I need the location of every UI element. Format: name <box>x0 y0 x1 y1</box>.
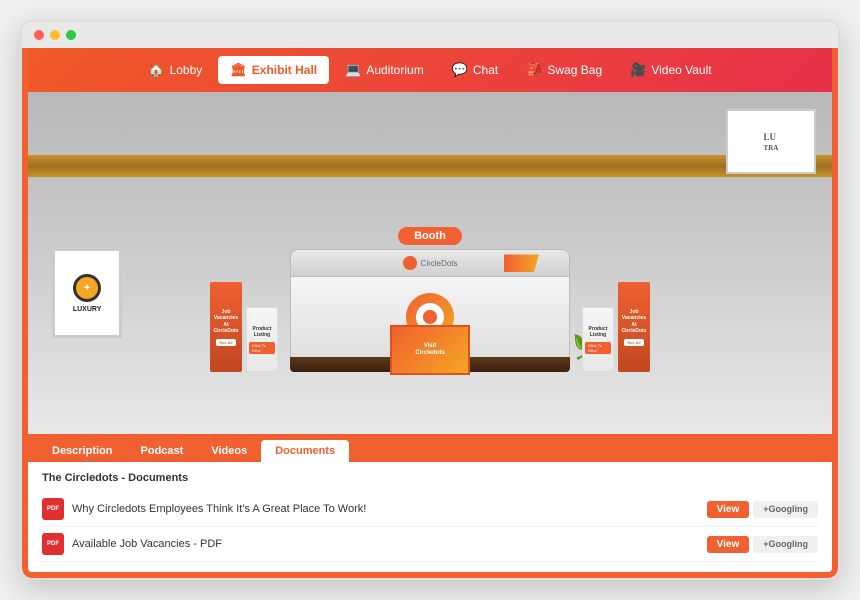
booth-screen[interactable]: VisitCircledots <box>390 325 470 375</box>
nav-label-exhibit-hall: Exhibit Hall <box>252 63 317 77</box>
booth-arch: CircleDots <box>290 249 570 277</box>
luxury-text: LUXURY <box>73 306 102 313</box>
doc-name-1: Why Circledots Employees Think It's A Gr… <box>72 503 699 515</box>
nav-bar: 🏠 Lobby 🏛 Exhibit Hall 💻 Auditorium 💬 Ch… <box>28 48 832 92</box>
nav-label-chat: Chat <box>473 63 498 77</box>
booth: Booth CircleDots <box>270 227 590 372</box>
document-tabs: Description Podcast Videos Documents <box>28 434 832 462</box>
document-row-2: PDF Available Job Vacancies - PDF View +… <box>42 527 818 562</box>
nav-item-lobby[interactable]: 🏠 Lobby <box>136 56 214 84</box>
nav-item-auditorium[interactable]: 💻 Auditorium <box>333 56 436 84</box>
pdf-icon-1: PDF <box>42 498 64 520</box>
booth-circle-dot <box>423 310 437 324</box>
googling-button-2[interactable]: +Googling <box>753 536 818 553</box>
doc-name-2: Available Job Vacancies - PDF <box>72 538 699 550</box>
wall-band <box>28 155 832 177</box>
luxury-logo: ✦ <box>73 274 101 302</box>
booth-brand-name: CircleDots <box>421 259 458 268</box>
doc-actions-1: View +Googling <box>707 501 818 518</box>
document-row-1: PDF Why Circledots Employees Think It's … <box>42 492 818 527</box>
googling-button-1[interactable]: +Googling <box>753 501 818 518</box>
booth-body: VisitCircledots <box>290 277 570 357</box>
nav-label-video-vault: Video Vault <box>651 63 711 77</box>
exhibit-area: LUTRA ✦ LUXURY 🌿 Job Vacancies At Circle… <box>28 92 832 434</box>
tab-podcast[interactable]: Podcast <box>127 440 198 462</box>
nav-item-video-vault[interactable]: 🎥 Video Vault <box>618 56 723 84</box>
doc-actions-2: View +Googling <box>707 536 818 553</box>
brand-dot <box>403 256 417 270</box>
auditorium-icon: 💻 <box>345 62 361 78</box>
tab-documents[interactable]: Documents <box>261 440 349 462</box>
minimize-dot[interactable] <box>50 30 60 40</box>
chat-icon: 💬 <box>452 62 468 78</box>
screen-right: LUTRA <box>726 109 816 174</box>
home-icon: 🏠 <box>148 62 164 78</box>
app-container: 🏠 Lobby 🏛 Exhibit Hall 💻 Auditorium 💬 Ch… <box>22 48 838 578</box>
swag-icon: 🎒 <box>526 62 542 78</box>
tab-videos[interactable]: Videos <box>197 440 261 462</box>
nav-item-chat[interactable]: 💬 Chat <box>440 56 511 84</box>
nav-label-swag-bag: Swag Bag <box>547 63 602 77</box>
maximize-dot[interactable] <box>66 30 76 40</box>
view-button-2[interactable]: View <box>707 536 750 553</box>
booth-structure: CircleDots VisitCircledots <box>290 249 570 372</box>
video-icon: 🎥 <box>630 62 646 78</box>
nav-item-exhibit-hall[interactable]: 🏛 Exhibit Hall <box>218 56 329 84</box>
documents-section: The Circledots - Documents PDF Why Circl… <box>28 462 832 572</box>
nav-item-swag-bag[interactable]: 🎒 Swag Bag <box>514 56 614 84</box>
view-button-1[interactable]: View <box>707 501 750 518</box>
pdf-icon-2: PDF <box>42 533 64 555</box>
scene-background: LUTRA ✦ LUXURY 🌿 Job Vacancies At Circle… <box>28 92 832 434</box>
booth-label: Booth <box>398 227 462 245</box>
booth-stripe <box>504 254 539 272</box>
browser-chrome <box>22 22 838 48</box>
nav-label-lobby: Lobby <box>170 63 203 77</box>
close-dot[interactable] <box>34 30 44 40</box>
tab-description[interactable]: Description <box>38 440 127 462</box>
booth-screen-text: VisitCircledots <box>415 343 444 357</box>
exhibit-icon: 🏛 <box>230 62 247 78</box>
nav-label-auditorium: Auditorium <box>366 63 423 77</box>
display-left: ✦ LUXURY <box>52 248 122 338</box>
browser-frame: 🏠 Lobby 🏛 Exhibit Hall 💻 Auditorium 💬 Ch… <box>20 20 840 580</box>
documents-title: The Circledots - Documents <box>42 472 818 484</box>
booth-brand: CircleDots <box>403 256 458 270</box>
